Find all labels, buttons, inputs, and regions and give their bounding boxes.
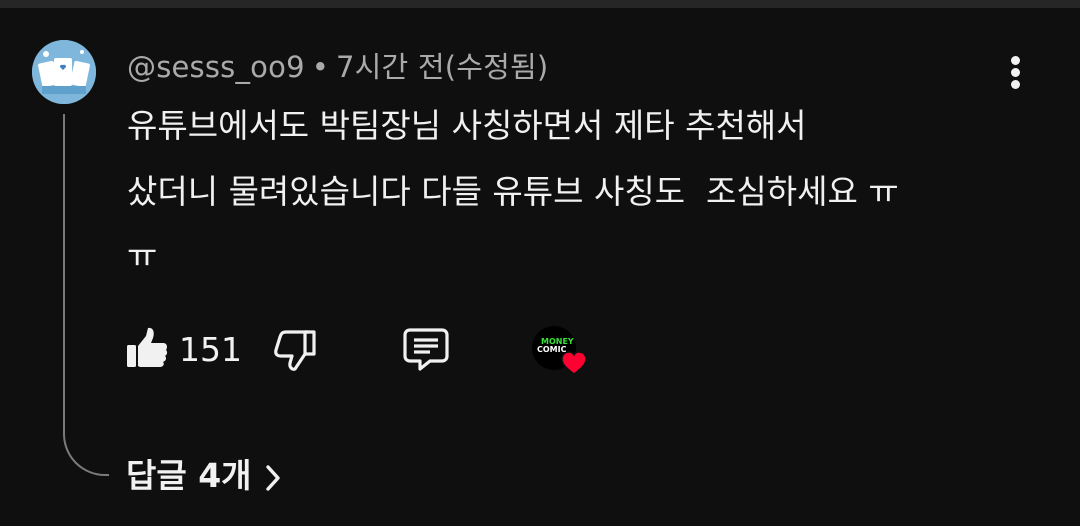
comment-timestamp[interactable]: 7시간 전(수정됨)	[336, 50, 548, 84]
heart-icon	[561, 351, 587, 375]
comment-text-line: 샀더니 물려있습니다 다들 유튜브 사칭도 조심하세요 ㅠ	[127, 172, 899, 211]
author-avatar[interactable]	[32, 40, 96, 104]
replies-label: 답글 4개	[126, 456, 252, 495]
more-vertical-icon	[1011, 56, 1020, 65]
comment-reply-icon	[403, 328, 449, 371]
chevron-right-icon	[265, 464, 280, 491]
comment-text-line: ㅠ	[127, 236, 158, 275]
author-name[interactable]: @sesss_oo9	[127, 50, 305, 84]
thumbs-up-icon	[127, 327, 168, 367]
thumbs-down-icon	[274, 330, 316, 371]
top-divider	[0, 0, 1080, 8]
meta-separator: •	[311, 50, 330, 84]
dislike-button[interactable]	[272, 326, 318, 372]
more-vertical-icon-dot	[1011, 68, 1020, 77]
like-count: 151	[179, 330, 242, 369]
creator-heart-badge: MONEY COMIC	[532, 326, 588, 378]
comment-meta: @sesss_oo9 • 7시간 전(수정됨)	[127, 44, 548, 86]
avatar-illustration	[32, 40, 96, 104]
more-options-button[interactable]	[1000, 50, 1032, 94]
reply-thread-line	[63, 114, 109, 476]
like-button[interactable]	[126, 326, 168, 370]
comment-text-line: 유튜브에서도 박팀장님 사칭하면서 제타 추천해서	[127, 106, 807, 145]
more-vertical-icon-dot	[1011, 80, 1020, 89]
view-replies-button[interactable]: 답글 4개	[126, 456, 282, 496]
reply-button[interactable]	[402, 326, 450, 372]
